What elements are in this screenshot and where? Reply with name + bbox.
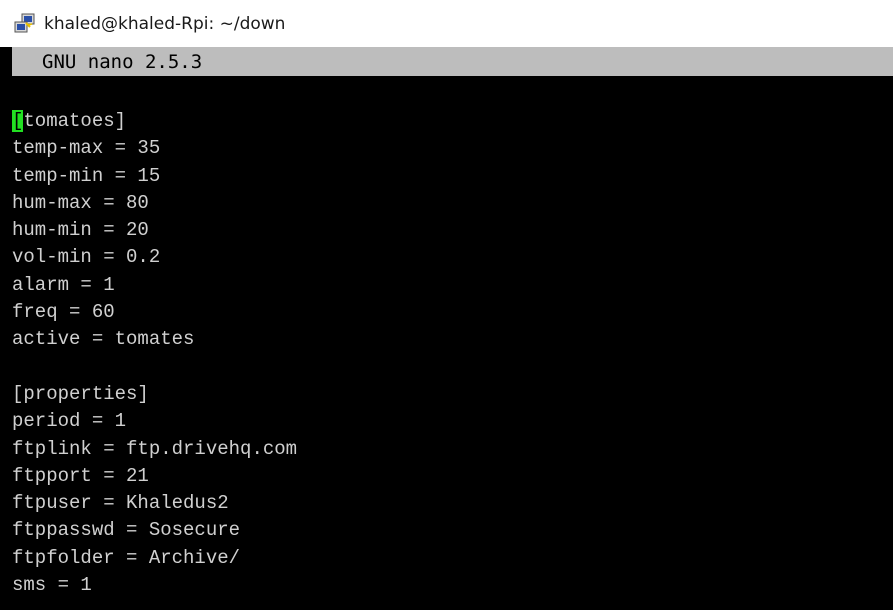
editor-line: ftpport = 21 (12, 464, 149, 487)
editor-buffer[interactable]: [tomatoes] temp-max = 35 temp-min = 15 h… (12, 76, 893, 610)
putty-icon (14, 13, 36, 35)
editor-line: alarm = 1 (12, 273, 115, 296)
editor-line: ftppasswd = Sosecure (12, 519, 241, 542)
text-cursor: [ (12, 110, 24, 132)
editor-line: hum-min = 20 (12, 219, 149, 242)
window-title: khaled@khaled-Rpi: ~/down (44, 13, 286, 34)
window-titlebar[interactable]: khaled@khaled-Rpi: ~/down (0, 0, 893, 47)
editor-line: sms = 1 (12, 574, 92, 597)
editor-line: period = 1 (12, 410, 127, 433)
editor-line: ftpuser = Khaledus2 (12, 492, 229, 515)
terminal-window: khaled@khaled-Rpi: ~/down GNU nano 2.5.3… (0, 0, 893, 610)
editor-line: ftplink = ftp.drivehq.com (12, 437, 298, 460)
nano-version-label: GNU nano 2.5.3 (42, 50, 203, 73)
editor-line: vol-min = 0.2 (12, 246, 161, 269)
editor-line: freq = 60 (12, 301, 115, 324)
line-text: tomatoes] (23, 110, 127, 132)
editor-line: [properties] (12, 382, 149, 405)
editor-line: temp-max = 35 (12, 137, 161, 160)
editor-line: [tomatoes] (12, 108, 297, 135)
editor-line: active = tomates (12, 328, 195, 351)
editor-line: hum-max = 80 (12, 191, 149, 214)
editor-line: ftpfolder = Archive/ (12, 546, 241, 569)
editor-line: temp-min = 15 (12, 164, 161, 187)
nano-header-bar: GNU nano 2.5.3 (12, 47, 893, 76)
editor-lines: [tomatoes] temp-max = 35 temp-min = 15 h… (12, 108, 297, 599)
